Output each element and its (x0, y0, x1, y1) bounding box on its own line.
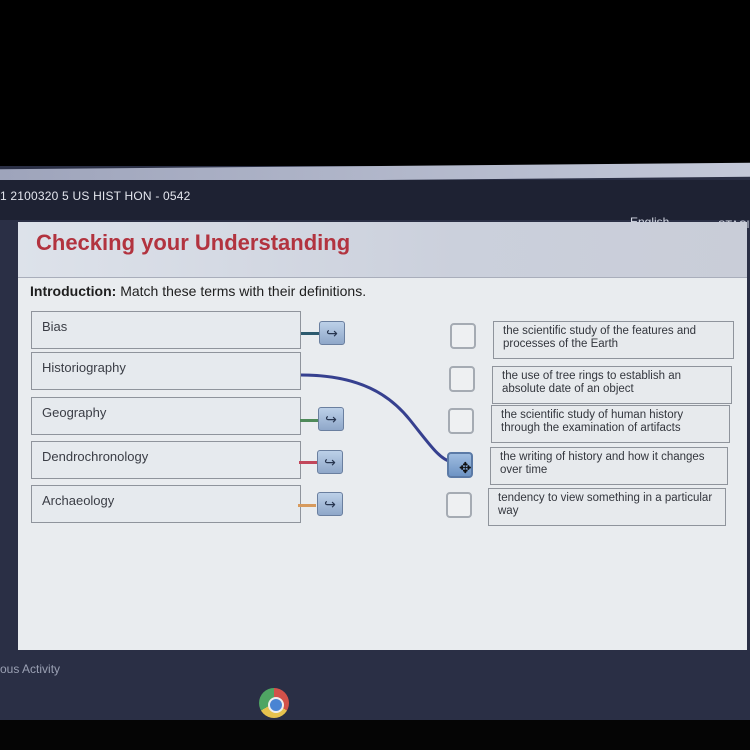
arrow-icon: ↪ (326, 324, 338, 341)
screen: 1 2100320 5 US HIST HON - 0542 English ⌄… (0, 0, 750, 750)
top-bezel (0, 0, 750, 168)
drag-handle[interactable]: ↪ (317, 450, 343, 474)
drop-slot[interactable] (448, 408, 474, 434)
drop-slot[interactable] (450, 323, 476, 349)
drop-slot[interactable] (446, 492, 472, 518)
drop-slot[interactable] (449, 366, 475, 392)
term-box: Archaeology (31, 485, 301, 523)
drag-handle[interactable]: ↪ (317, 492, 343, 516)
arrow-icon: ↪ (324, 495, 336, 512)
definition-box: the writing of history and how it change… (490, 447, 728, 485)
instructions: Introduction: Match these terms with the… (30, 283, 366, 299)
intro-text: Match these terms with their definitions… (116, 283, 367, 299)
intro-label: Introduction: (30, 283, 117, 299)
previous-activity-link[interactable]: ous Activity (0, 662, 60, 676)
definition-box: the scientific study of human history th… (491, 405, 730, 443)
term-box: Bias (31, 311, 301, 349)
drag-handle[interactable]: ↪ (319, 321, 345, 345)
definition-box: tendency to view something in a particul… (488, 488, 726, 526)
bottom-bezel (0, 720, 750, 750)
connector-line (301, 332, 319, 335)
page-title: Checking your Understanding (36, 230, 351, 255)
drag-handle[interactable]: ↪ (318, 407, 344, 431)
term-box: Historiography (31, 352, 301, 390)
term-box: Dendrochronology (31, 441, 301, 479)
connector-line (298, 504, 316, 507)
connector-line (300, 419, 318, 422)
term-box: Geography (31, 397, 301, 435)
move-cursor-icon: ✥ (459, 460, 472, 477)
course-title: 1 2100320 5 US HIST HON - 0542 (0, 189, 191, 203)
chrome-icon[interactable] (259, 688, 289, 718)
connector-line (299, 461, 317, 464)
definition-box: the scientific study of the features and… (493, 321, 734, 359)
arrow-icon: ↪ (324, 453, 336, 470)
definition-box: the use of tree rings to establish an ab… (492, 366, 732, 404)
arrow-icon: ↪ (325, 410, 337, 427)
